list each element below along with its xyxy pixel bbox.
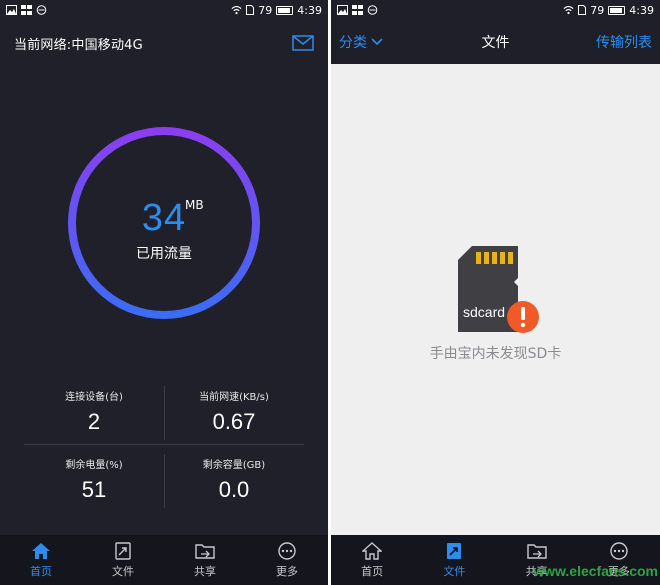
home-screen: 79 4:39 当前网络:中国移动4G 34 MB 已用流量 连接设备(台) 2 bbox=[0, 0, 328, 585]
data-usage-ring: 34 MB 已用流量 bbox=[66, 125, 262, 321]
file-screen: 79 4:39 分类 文件 传输列表 sdcard 手由宝内未发现SD卡 首页 … bbox=[331, 0, 660, 585]
wifi-icon bbox=[563, 5, 574, 15]
transfer-list-button[interactable]: 传输列表 bbox=[596, 32, 652, 52]
folder-share-icon bbox=[195, 543, 215, 559]
category-dropdown[interactable]: 分类 bbox=[339, 32, 383, 52]
stat-label: 连接设备(台) bbox=[65, 392, 123, 403]
stat-value: 51 bbox=[81, 477, 107, 502]
nav-label: 共享 bbox=[194, 564, 216, 578]
status-bar: 79 4:39 bbox=[0, 0, 328, 20]
nav-label: 首页 bbox=[30, 564, 52, 578]
stat-battery-remaining: 剩余电量(%) 51 bbox=[24, 450, 164, 512]
device-stats: 连接设备(台) 2 当前网速(KB/s) 0.67 剩余电量(%) 51 剩余容… bbox=[24, 382, 304, 512]
stat-network-speed: 当前网速(KB/s) 0.67 bbox=[164, 382, 304, 444]
battery-icon bbox=[608, 5, 626, 15]
sd-card-illustration: sdcard bbox=[458, 244, 539, 336]
home-icon bbox=[32, 542, 50, 559]
file-icon bbox=[115, 541, 131, 560]
image-icon bbox=[337, 5, 348, 15]
nav-label: 文件 bbox=[443, 564, 466, 578]
stat-value: 0.67 bbox=[212, 409, 256, 434]
more-icon bbox=[610, 541, 628, 560]
nav-label: 首页 bbox=[361, 564, 384, 578]
status-bar: 79 4:39 bbox=[331, 0, 660, 20]
alert-icon bbox=[507, 301, 539, 333]
nav-home[interactable]: 首页 bbox=[0, 535, 82, 585]
nav-share[interactable]: 共享 bbox=[164, 535, 246, 585]
clock: 4:39 bbox=[297, 3, 322, 17]
used-data-value: 34 bbox=[141, 197, 187, 239]
stat-storage-remaining: 剩余容量(GB) 0.0 bbox=[164, 450, 304, 512]
stat-connected-devices: 连接设备(台) 2 bbox=[24, 382, 164, 444]
nav-label: 更多 bbox=[276, 564, 298, 578]
clock: 4:39 bbox=[629, 3, 654, 17]
stat-label: 剩余容量(GB) bbox=[202, 460, 266, 471]
dnd-icon bbox=[367, 5, 378, 15]
network-title: 当前网络:中国移动4G bbox=[14, 37, 143, 53]
nav-file[interactable]: 文件 bbox=[413, 535, 495, 585]
stats-divider bbox=[164, 386, 165, 440]
file-icon bbox=[447, 542, 462, 559]
stats-divider bbox=[24, 444, 304, 445]
sim-icon bbox=[578, 5, 587, 15]
used-data-unit: MB bbox=[185, 198, 204, 212]
nav-label: 文件 bbox=[112, 564, 134, 578]
nav-file[interactable]: 文件 bbox=[82, 535, 164, 585]
folder-share-icon bbox=[526, 543, 547, 559]
watermark: www.elecfans.com bbox=[533, 563, 658, 579]
stat-label: 当前网速(KB/s) bbox=[199, 392, 269, 403]
stat-value: 2 bbox=[87, 409, 101, 434]
nav-more[interactable]: 更多 bbox=[246, 535, 328, 585]
dnd-icon bbox=[36, 5, 47, 15]
bottom-nav: 首页 文件 共享 更多 bbox=[0, 535, 328, 585]
no-sd-card-message: 手由宝内未发现SD卡 bbox=[429, 346, 562, 362]
stat-label: 剩余电量(%) bbox=[65, 460, 123, 471]
file-header: 分类 文件 传输列表 bbox=[331, 20, 660, 64]
stats-divider bbox=[164, 454, 165, 508]
network-header: 当前网络:中国移动4G bbox=[0, 24, 328, 62]
wifi-icon bbox=[231, 5, 242, 15]
image-icon bbox=[6, 5, 17, 15]
grid-icon bbox=[21, 5, 32, 15]
grid-icon bbox=[352, 5, 363, 15]
battery-icon bbox=[276, 5, 294, 15]
sim-icon bbox=[246, 5, 255, 15]
stat-value: 0.0 bbox=[218, 477, 250, 502]
mail-icon[interactable] bbox=[292, 35, 314, 51]
nav-home[interactable]: 首页 bbox=[331, 535, 413, 585]
chevron-down-icon bbox=[371, 38, 383, 46]
more-icon bbox=[278, 541, 296, 560]
used-data-label: 已用流量 bbox=[136, 246, 192, 262]
battery-level: 79 bbox=[590, 3, 605, 17]
category-label: 分类 bbox=[339, 35, 367, 51]
sd-card-label: sdcard bbox=[463, 304, 506, 320]
battery-level: 79 bbox=[258, 3, 273, 17]
home-icon bbox=[362, 541, 383, 560]
